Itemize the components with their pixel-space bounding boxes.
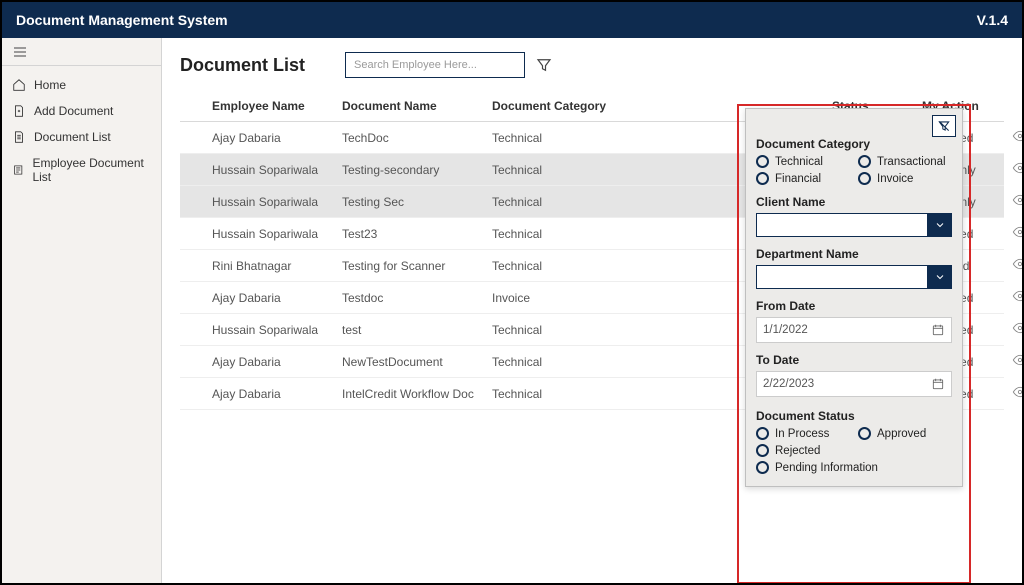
filter-off-icon xyxy=(937,119,951,133)
radio-pending-info[interactable]: Pending Information xyxy=(756,461,952,474)
radio-invoice[interactable]: Invoice xyxy=(858,172,952,185)
cell-category: Technical xyxy=(488,259,628,273)
employee-list-icon xyxy=(12,163,24,177)
menu-toggle[interactable] xyxy=(2,38,161,66)
search-placeholder: Search Employee Here... xyxy=(354,59,477,71)
nav-label: Document List xyxy=(34,130,111,144)
view-icon[interactable] xyxy=(1012,192,1022,208)
view-icon[interactable] xyxy=(1012,160,1022,176)
radio-technical[interactable]: Technical xyxy=(756,155,850,168)
filter-status-label: Document Status xyxy=(756,409,952,423)
date-value: 2/22/2023 xyxy=(763,378,931,390)
view-icon[interactable] xyxy=(1012,288,1022,304)
chevron-down-icon xyxy=(928,213,952,237)
nav-employee-document-list[interactable]: Employee Document List xyxy=(2,150,161,190)
file-plus-icon xyxy=(12,104,26,118)
filter-icon[interactable] xyxy=(535,56,553,74)
cell-category: Technical xyxy=(488,355,628,369)
cell-employee: Hussain Sopariwala xyxy=(208,163,338,177)
filter-category-label: Document Category xyxy=(756,137,952,151)
cell-employee: Ajay Dabaria xyxy=(208,387,338,401)
cell-employee: Ajay Dabaria xyxy=(208,291,338,305)
app-header: Document Management System V.1.4 xyxy=(2,2,1022,38)
nav-home[interactable]: Home xyxy=(2,72,161,98)
cell-document: Testing for Scanner xyxy=(338,259,488,273)
cell-document: Test23 xyxy=(338,227,488,241)
cell-document: Testing Sec xyxy=(338,195,488,209)
hamburger-icon xyxy=(12,44,28,60)
view-icon[interactable] xyxy=(1012,224,1022,240)
cell-document: NewTestDocument xyxy=(338,355,488,369)
nav-add-document[interactable]: Add Document xyxy=(2,98,161,124)
cell-document: IntelCredit Workflow Doc xyxy=(338,387,488,401)
cell-category: Technical xyxy=(488,163,628,177)
cell-category: Technical xyxy=(488,387,628,401)
date-value: 1/1/2022 xyxy=(763,324,931,336)
radio-label: Invoice xyxy=(877,173,913,185)
department-select[interactable] xyxy=(756,265,952,289)
app-version: V.1.4 xyxy=(977,12,1008,28)
radio-in-process[interactable]: In Process xyxy=(756,427,850,440)
from-date-input[interactable]: 1/1/2022 xyxy=(756,317,952,343)
radio-transactional[interactable]: Transactional xyxy=(858,155,952,168)
col-employee: Employee Name xyxy=(208,99,338,113)
view-icon[interactable] xyxy=(1012,256,1022,272)
cell-category: Technical xyxy=(488,227,628,241)
radio-label: Approved xyxy=(877,428,926,440)
view-icon[interactable] xyxy=(1012,352,1022,368)
nav-label: Employee Document List xyxy=(32,156,151,184)
radio-label: Rejected xyxy=(775,445,820,457)
home-icon xyxy=(12,78,26,92)
radio-label: Transactional xyxy=(877,156,946,168)
nav-label: Add Document xyxy=(34,104,113,118)
nav-label: Home xyxy=(34,78,66,92)
cell-employee: Hussain Sopariwala xyxy=(208,323,338,337)
radio-label: In Process xyxy=(775,428,829,440)
radio-rejected[interactable]: Rejected xyxy=(756,444,850,457)
cell-document: TechDoc xyxy=(338,131,488,145)
cell-document: test xyxy=(338,323,488,337)
view-icon[interactable] xyxy=(1012,320,1022,336)
nav-document-list[interactable]: Document List xyxy=(2,124,161,150)
cell-employee: Hussain Sopariwala xyxy=(208,227,338,241)
main-content: Document List Search Employee Here... Em… xyxy=(162,38,1022,583)
col-category: Document Category xyxy=(488,99,628,113)
filter-clear-button[interactable] xyxy=(932,115,956,137)
radio-label: Pending Information xyxy=(775,462,878,474)
calendar-icon xyxy=(931,377,945,391)
app-title: Document Management System xyxy=(16,12,228,28)
filter-client-label: Client Name xyxy=(756,195,952,209)
cell-employee: Ajay Dabaria xyxy=(208,355,338,369)
page-title: Document List xyxy=(180,55,305,76)
col-document: Document Name xyxy=(338,99,488,113)
radio-approved[interactable]: Approved xyxy=(858,427,952,440)
filter-panel: Document Category Technical Transactiona… xyxy=(745,108,963,487)
file-list-icon xyxy=(12,130,26,144)
calendar-icon xyxy=(931,323,945,337)
cell-employee: Ajay Dabaria xyxy=(208,131,338,145)
filter-to-date-label: To Date xyxy=(756,353,952,367)
cell-category: Technical xyxy=(488,323,628,337)
chevron-down-icon xyxy=(928,265,952,289)
sidebar: Home Add Document Document List Employee… xyxy=(2,38,162,583)
radio-financial[interactable]: Financial xyxy=(756,172,850,185)
view-icon[interactable] xyxy=(1012,384,1022,400)
cell-employee: Hussain Sopariwala xyxy=(208,195,338,209)
search-input[interactable]: Search Employee Here... xyxy=(345,52,525,78)
radio-label: Technical xyxy=(775,156,823,168)
radio-label: Financial xyxy=(775,173,821,185)
to-date-input[interactable]: 2/22/2023 xyxy=(756,371,952,397)
cell-document: Testing-secondary xyxy=(338,163,488,177)
view-icon[interactable] xyxy=(1012,128,1022,144)
client-select[interactable] xyxy=(756,213,952,237)
cell-document: Testdoc xyxy=(338,291,488,305)
cell-category: Invoice xyxy=(488,291,628,305)
cell-employee: Rini Bhatnagar xyxy=(208,259,338,273)
filter-department-label: Department Name xyxy=(756,247,952,261)
cell-category: Technical xyxy=(488,195,628,209)
cell-category: Technical xyxy=(488,131,628,145)
filter-from-date-label: From Date xyxy=(756,299,952,313)
